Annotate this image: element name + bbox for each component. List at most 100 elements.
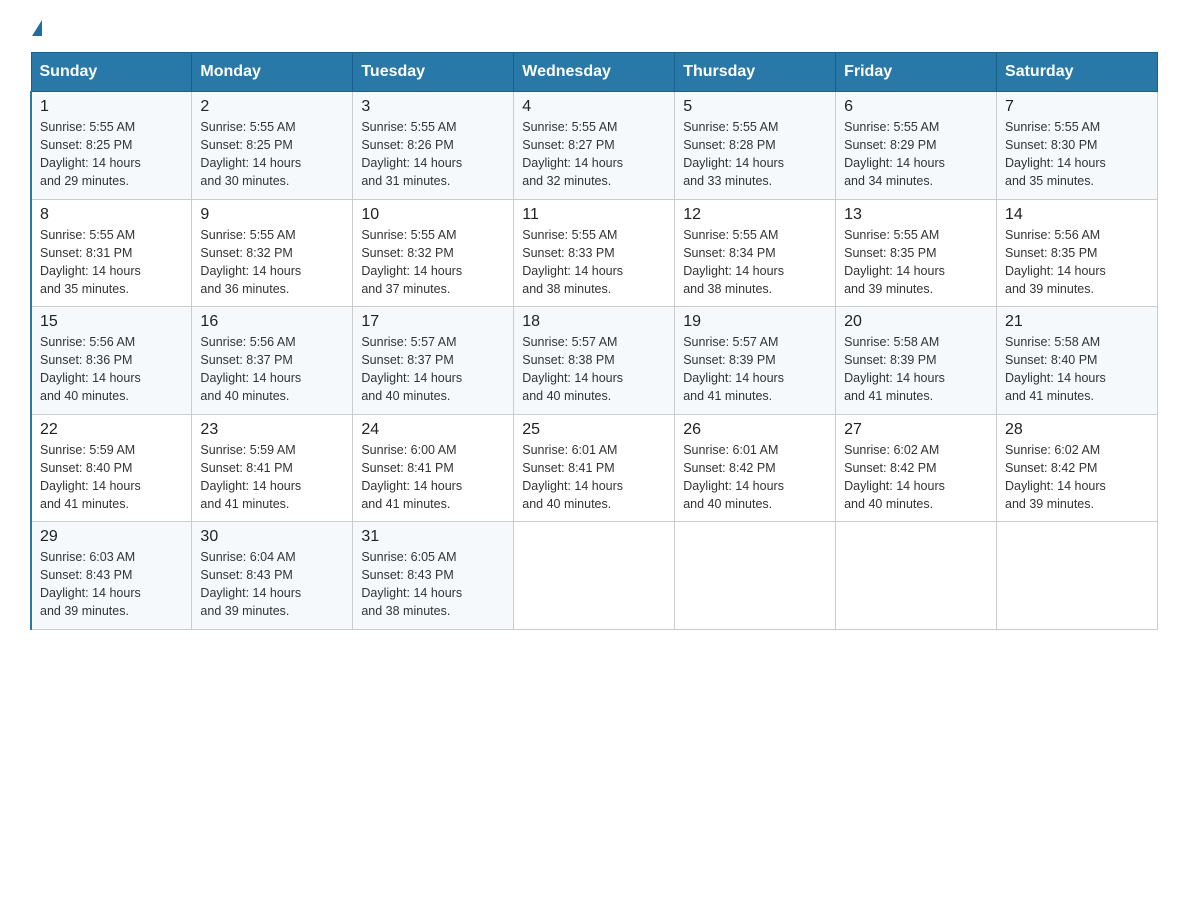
day-number: 26 — [683, 421, 827, 439]
calendar-cell: 11Sunrise: 5:55 AMSunset: 8:33 PMDayligh… — [514, 199, 675, 307]
day-number: 21 — [1005, 313, 1149, 331]
day-info: Sunrise: 5:56 AMSunset: 8:35 PMDaylight:… — [1005, 226, 1149, 299]
day-info: Sunrise: 5:58 AMSunset: 8:40 PMDaylight:… — [1005, 333, 1149, 406]
calendar-cell: 25Sunrise: 6:01 AMSunset: 8:41 PMDayligh… — [514, 414, 675, 522]
day-info: Sunrise: 5:56 AMSunset: 8:36 PMDaylight:… — [40, 333, 183, 406]
day-info: Sunrise: 6:00 AMSunset: 8:41 PMDaylight:… — [361, 441, 505, 514]
calendar-cell: 1 Sunrise: 5:55 AMSunset: 8:25 PMDaylight… — [31, 92, 192, 200]
day-number: 17 — [361, 313, 505, 331]
calendar-cell: 22 Sunrise: 5:59 AMSunset: 8:40 PMDayligh… — [31, 414, 192, 522]
logo-triangle-icon — [32, 20, 42, 36]
day-number: 13 — [844, 206, 988, 224]
day-number: 1 — [40, 98, 183, 116]
calendar-table: SundayMondayTuesdayWednesdayThursdayFrid… — [30, 52, 1158, 630]
calendar-week-row: 22 Sunrise: 5:59 AMSunset: 8:40 PMDayligh… — [31, 414, 1158, 522]
day-number: 27 — [844, 421, 988, 439]
calendar-cell: 9 Sunrise: 5:55 AMSunset: 8:32 PMDaylight… — [192, 199, 353, 307]
calendar-week-row: 1 Sunrise: 5:55 AMSunset: 8:25 PMDaylight… — [31, 92, 1158, 200]
day-info: Sunrise: 5:55 AMSunset: 8:25 PMDaylight:… — [40, 118, 183, 191]
calendar-week-row: 15 Sunrise: 5:56 AMSunset: 8:36 PMDayligh… — [31, 307, 1158, 415]
calendar-cell: 27 Sunrise: 6:02 AMSunset: 8:42 PMDayligh… — [836, 414, 997, 522]
day-number: 8 — [40, 206, 183, 224]
calendar-cell: 28 Sunrise: 6:02 AMSunset: 8:42 PMDayligh… — [997, 414, 1158, 522]
day-number: 2 — [200, 98, 344, 116]
day-number: 19 — [683, 313, 827, 331]
day-number: 15 — [40, 313, 183, 331]
day-number: 4 — [522, 98, 666, 116]
calendar-cell — [675, 522, 836, 630]
day-info: Sunrise: 5:57 AMSunset: 8:37 PMDaylight:… — [361, 333, 505, 406]
page-header — [30, 20, 1158, 36]
calendar-cell: 14 Sunrise: 5:56 AMSunset: 8:35 PMDayligh… — [997, 199, 1158, 307]
day-info: Sunrise: 5:59 AMSunset: 8:40 PMDaylight:… — [40, 441, 183, 514]
calendar-cell: 19Sunrise: 5:57 AMSunset: 8:39 PMDayligh… — [675, 307, 836, 415]
calendar-cell: 29Sunrise: 6:03 AMSunset: 8:43 PMDayligh… — [31, 522, 192, 630]
day-info: Sunrise: 5:58 AMSunset: 8:39 PMDaylight:… — [844, 333, 988, 406]
header-saturday: Saturday — [997, 53, 1158, 92]
day-info: Sunrise: 5:55 AMSunset: 8:31 PMDaylight:… — [40, 226, 183, 299]
day-number: 31 — [361, 528, 505, 546]
header-wednesday: Wednesday — [514, 53, 675, 92]
calendar-cell: 3 Sunrise: 5:55 AMSunset: 8:26 PMDaylight… — [353, 92, 514, 200]
calendar-cell: 31 Sunrise: 6:05 AMSunset: 8:43 PMDayligh… — [353, 522, 514, 630]
day-info: Sunrise: 5:59 AMSunset: 8:41 PMDaylight:… — [200, 441, 344, 514]
day-number: 30 — [200, 528, 344, 546]
header-thursday: Thursday — [675, 53, 836, 92]
day-number: 22 — [40, 421, 183, 439]
day-number: 10 — [361, 206, 505, 224]
day-info: Sunrise: 6:04 AMSunset: 8:43 PMDaylight:… — [200, 548, 344, 621]
calendar-cell: 12 Sunrise: 5:55 AMSunset: 8:34 PMDayligh… — [675, 199, 836, 307]
calendar-week-row: 8 Sunrise: 5:55 AMSunset: 8:31 PMDaylight… — [31, 199, 1158, 307]
calendar-cell: 18 Sunrise: 5:57 AMSunset: 8:38 PMDayligh… — [514, 307, 675, 415]
header-monday: Monday — [192, 53, 353, 92]
calendar-cell: 5Sunrise: 5:55 AMSunset: 8:28 PMDaylight… — [675, 92, 836, 200]
header-tuesday: Tuesday — [353, 53, 514, 92]
calendar-cell: 17 Sunrise: 5:57 AMSunset: 8:37 PMDayligh… — [353, 307, 514, 415]
day-number: 28 — [1005, 421, 1149, 439]
day-info: Sunrise: 5:55 AMSunset: 8:28 PMDaylight:… — [683, 118, 827, 191]
calendar-cell: 2Sunrise: 5:55 AMSunset: 8:25 PMDaylight… — [192, 92, 353, 200]
calendar-cell: 10 Sunrise: 5:55 AMSunset: 8:32 PMDayligh… — [353, 199, 514, 307]
calendar-cell: 23 Sunrise: 5:59 AMSunset: 8:41 PMDayligh… — [192, 414, 353, 522]
logo — [30, 20, 42, 36]
day-number: 12 — [683, 206, 827, 224]
day-info: Sunrise: 6:02 AMSunset: 8:42 PMDaylight:… — [844, 441, 988, 514]
calendar-cell: 7Sunrise: 5:55 AMSunset: 8:30 PMDaylight… — [997, 92, 1158, 200]
calendar-cell: 16 Sunrise: 5:56 AMSunset: 8:37 PMDayligh… — [192, 307, 353, 415]
day-number: 11 — [522, 206, 666, 224]
day-info: Sunrise: 6:01 AMSunset: 8:42 PMDaylight:… — [683, 441, 827, 514]
day-number: 14 — [1005, 206, 1149, 224]
calendar-cell: 30 Sunrise: 6:04 AMSunset: 8:43 PMDayligh… — [192, 522, 353, 630]
day-number: 18 — [522, 313, 666, 331]
day-info: Sunrise: 5:55 AMSunset: 8:30 PMDaylight:… — [1005, 118, 1149, 191]
day-info: Sunrise: 6:02 AMSunset: 8:42 PMDaylight:… — [1005, 441, 1149, 514]
day-info: Sunrise: 5:55 AMSunset: 8:35 PMDaylight:… — [844, 226, 988, 299]
day-number: 16 — [200, 313, 344, 331]
calendar-cell: 20 Sunrise: 5:58 AMSunset: 8:39 PMDayligh… — [836, 307, 997, 415]
day-number: 3 — [361, 98, 505, 116]
day-info: Sunrise: 6:01 AMSunset: 8:41 PMDaylight:… — [522, 441, 666, 514]
day-number: 9 — [200, 206, 344, 224]
calendar-week-row: 29Sunrise: 6:03 AMSunset: 8:43 PMDayligh… — [31, 522, 1158, 630]
day-number: 23 — [200, 421, 344, 439]
day-info: Sunrise: 5:55 AMSunset: 8:26 PMDaylight:… — [361, 118, 505, 191]
calendar-cell: 13 Sunrise: 5:55 AMSunset: 8:35 PMDayligh… — [836, 199, 997, 307]
day-info: Sunrise: 5:55 AMSunset: 8:34 PMDaylight:… — [683, 226, 827, 299]
day-info: Sunrise: 5:55 AMSunset: 8:29 PMDaylight:… — [844, 118, 988, 191]
day-info: Sunrise: 5:55 AMSunset: 8:27 PMDaylight:… — [522, 118, 666, 191]
calendar-cell — [514, 522, 675, 630]
day-info: Sunrise: 5:55 AMSunset: 8:32 PMDaylight:… — [200, 226, 344, 299]
day-info: Sunrise: 5:55 AMSunset: 8:32 PMDaylight:… — [361, 226, 505, 299]
day-number: 29 — [40, 528, 183, 546]
calendar-cell: 15 Sunrise: 5:56 AMSunset: 8:36 PMDayligh… — [31, 307, 192, 415]
calendar-cell: 6Sunrise: 5:55 AMSunset: 8:29 PMDaylight… — [836, 92, 997, 200]
calendar-cell — [997, 522, 1158, 630]
day-number: 24 — [361, 421, 505, 439]
day-number: 20 — [844, 313, 988, 331]
day-info: Sunrise: 6:05 AMSunset: 8:43 PMDaylight:… — [361, 548, 505, 621]
calendar-header-row: SundayMondayTuesdayWednesdayThursdayFrid… — [31, 53, 1158, 92]
day-info: Sunrise: 5:57 AMSunset: 8:38 PMDaylight:… — [522, 333, 666, 406]
day-info: Sunrise: 5:56 AMSunset: 8:37 PMDaylight:… — [200, 333, 344, 406]
calendar-cell: 24 Sunrise: 6:00 AMSunset: 8:41 PMDayligh… — [353, 414, 514, 522]
calendar-cell: 4 Sunrise: 5:55 AMSunset: 8:27 PMDaylight… — [514, 92, 675, 200]
